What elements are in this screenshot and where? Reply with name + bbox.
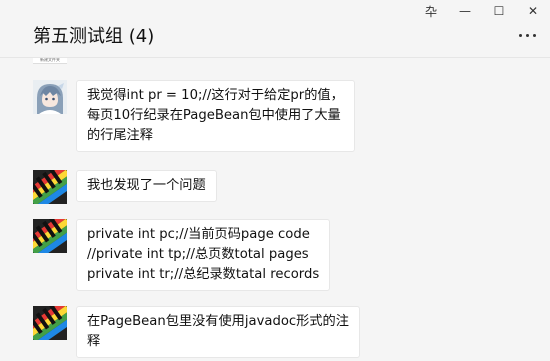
pin-icon[interactable]: 卆 [414,0,448,22]
more-dot [526,34,529,37]
window-controls: 卆 — ☐ ✕ [414,0,550,22]
chat-title: 第五测试组 (4) [33,26,155,47]
piano-keys-avatar[interactable] [33,306,67,340]
chat-message: private int pc;//当前页码page code //private… [33,219,331,291]
message-bubble[interactable]: 我觉得int pr = 10;//这行对于给定pr的值， 每页10行纪录在Pag… [76,80,355,152]
message-bubble[interactable]: 我也发现了一个问题 [76,170,217,202]
chat-message: 在PageBean包里没有使用javadoc形式的注 释 [33,306,360,358]
previous-avatar-partial: 新建文件夹 [33,58,67,64]
minimize-icon[interactable]: — [448,0,482,22]
more-dot [519,34,522,37]
piano-keys-avatar[interactable] [33,219,67,253]
piano-keys-avatar[interactable] [33,170,67,204]
more-dot [533,34,536,37]
chat-message: 我也发现了一个问题 [33,170,217,204]
message-list[interactable]: 新建文件夹 我觉得int pr = 10;//这行对于给定pr的值， 每页10行… [0,58,550,361]
message-bubble[interactable]: private int pc;//当前页码page code //private… [76,219,331,291]
close-icon[interactable]: ✕ [516,0,550,22]
maximize-icon[interactable]: ☐ [482,0,516,22]
message-bubble[interactable]: 在PageBean包里没有使用javadoc形式的注 释 [76,306,360,358]
previous-avatar-caption: 新建文件夹 [40,58,60,62]
anime-girl-avatar[interactable] [33,80,67,114]
more-options-icon[interactable] [519,34,536,37]
chat-message: 我觉得int pr = 10;//这行对于给定pr的值， 每页10行纪录在Pag… [33,80,355,152]
